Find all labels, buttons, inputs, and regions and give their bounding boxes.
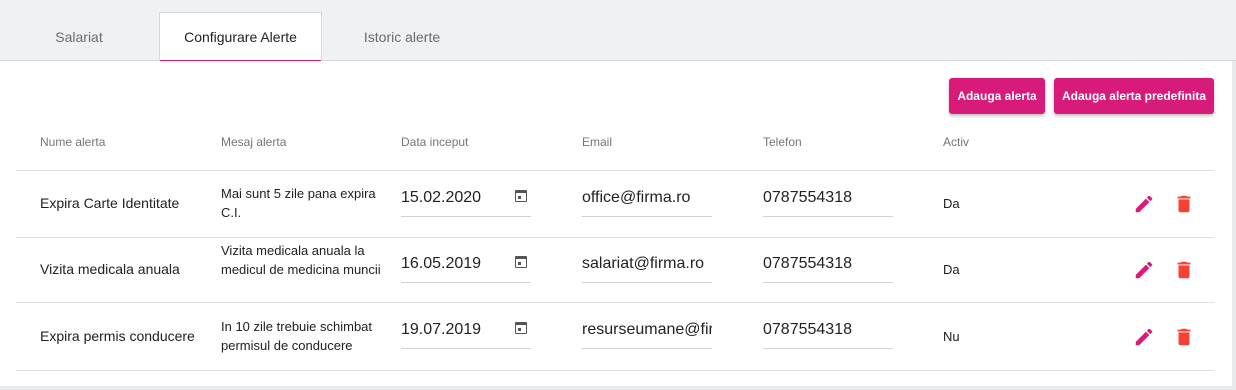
- trash-icon[interactable]: [1173, 259, 1195, 281]
- phone-field[interactable]: 0787554318: [763, 185, 893, 217]
- header-message: Mesaj alerta: [221, 135, 287, 149]
- tab-istoric-alerte[interactable]: Istoric alerte: [322, 12, 482, 61]
- pencil-icon[interactable]: [1133, 259, 1155, 281]
- header-active: Activ: [943, 135, 970, 149]
- active-value: Da: [943, 196, 960, 211]
- divider: [16, 237, 1215, 238]
- start-date-field[interactable]: 19.07.2019: [401, 317, 531, 349]
- calendar-icon[interactable]: [515, 322, 527, 334]
- header-email: Email: [582, 135, 613, 149]
- calendar-icon[interactable]: [515, 190, 527, 202]
- alert-message: Vizita medicala anuala la medicul de med…: [221, 243, 381, 277]
- header-start-date: Data inceput: [401, 135, 469, 149]
- phone-field[interactable]: 0787554318: [763, 317, 893, 349]
- alerts-panel: Adauga alerta Adauga alerta predefinita …: [0, 61, 1232, 386]
- active-value: Nu: [943, 329, 960, 344]
- trash-icon[interactable]: [1173, 326, 1195, 348]
- start-date-field[interactable]: 15.02.2020: [401, 185, 531, 217]
- date-value: 15.02.2020: [401, 189, 482, 206]
- tab-salariat[interactable]: Salariat: [0, 12, 158, 61]
- alert-message: In 10 zile trebuie schimbat permisul de …: [221, 319, 373, 353]
- alert-name: Expira permis conducere: [40, 328, 195, 344]
- date-value: 19.07.2019: [401, 321, 482, 338]
- alert-name: Expira Carte Identitate: [40, 195, 180, 211]
- divider: [16, 302, 1215, 303]
- add-alert-button[interactable]: Adauga alerta: [949, 78, 1045, 114]
- header-phone: Telefon: [763, 135, 802, 149]
- tab-bar: Salariat Configurare Alerte Istoric aler…: [0, 0, 1236, 62]
- email-field[interactable]: salariat@firma.ro: [582, 251, 712, 283]
- email-field[interactable]: office@firma.ro: [582, 185, 712, 217]
- email-field[interactable]: resurseumane@fir: [582, 317, 712, 349]
- phone-field[interactable]: 0787554318: [763, 251, 893, 283]
- start-date-field[interactable]: 16.05.2019: [401, 251, 531, 283]
- pencil-icon[interactable]: [1133, 326, 1155, 348]
- calendar-icon[interactable]: [515, 256, 527, 268]
- alert-name: Vizita medicala anuala: [40, 261, 180, 277]
- tab-configurare-alerte[interactable]: Configurare Alerte: [159, 12, 322, 62]
- date-value: 16.05.2019: [401, 255, 482, 272]
- pencil-icon[interactable]: [1133, 193, 1155, 215]
- add-predefined-alert-button[interactable]: Adauga alerta predefinita: [1054, 78, 1214, 114]
- active-value: Da: [943, 262, 960, 277]
- header-name: Nume alerta: [40, 135, 106, 149]
- divider: [16, 170, 1215, 171]
- divider: [16, 370, 1215, 371]
- alert-message: Mai sunt 5 zile pana expira C.I.: [221, 186, 376, 220]
- trash-icon[interactable]: [1173, 193, 1195, 215]
